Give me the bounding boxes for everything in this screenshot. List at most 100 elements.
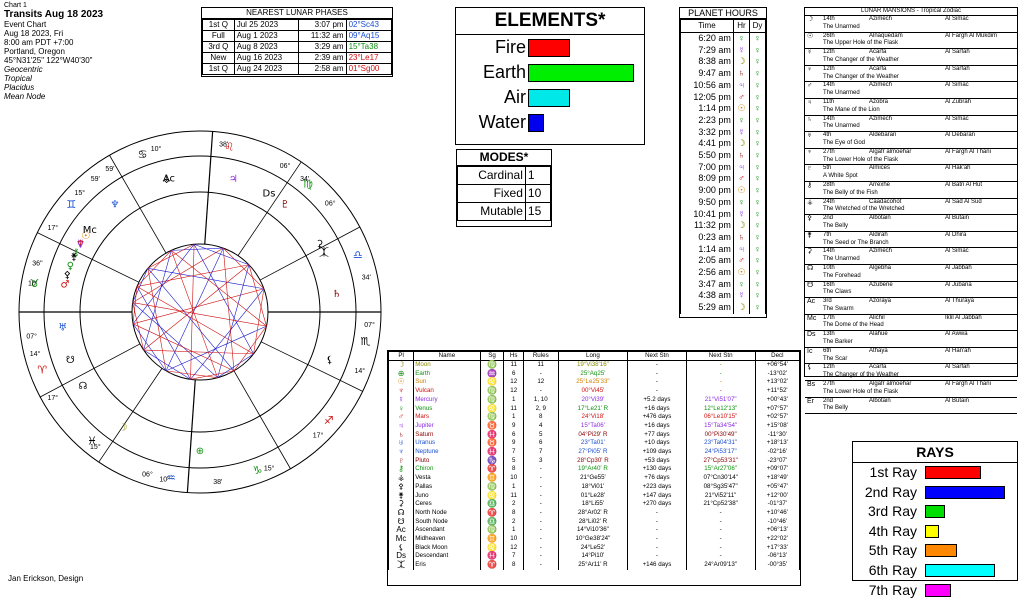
mansion-name: Azimech bbox=[869, 115, 893, 122]
planet-next-station-days: +476 days bbox=[627, 413, 687, 422]
planet-longitude: 20°Vi39' bbox=[557, 395, 629, 405]
hour-ruler: ☽ bbox=[732, 56, 751, 69]
planet-declination: +02°57' bbox=[754, 413, 801, 422]
element-row: Earth bbox=[456, 60, 644, 85]
planet-position-row: ♂ Mars ♍ 1 8 24°Vi18' +476 days 06°Le10'15" +02°… bbox=[387, 413, 801, 422]
planet-declination: +13°02' bbox=[754, 378, 801, 388]
planet-hour-row: 3:47 am ♀ ♀ bbox=[680, 278, 766, 291]
day-ruler: ♀ bbox=[749, 68, 766, 80]
mansion-name: Almices bbox=[869, 165, 891, 172]
mode-value: 10 bbox=[524, 184, 552, 203]
planet-hour-row: 3:32 pm ☿ ♀ bbox=[680, 126, 766, 139]
positions-col-header: Long bbox=[557, 351, 629, 361]
mansion-planet-glyph: ♂ bbox=[807, 82, 813, 90]
planet-next-station-days: - bbox=[627, 369, 687, 379]
wheel-degree-label: 06° bbox=[325, 200, 336, 208]
mansion-arabic: Al Debaran bbox=[945, 132, 976, 139]
planet-hour-row: 5:29 am ☽ ♀ bbox=[680, 302, 766, 314]
planet-position-row: ♅ Uranus ♉ 9 6 23°Ta01' +10 days 23°Ta04'31" +18… bbox=[387, 439, 801, 449]
hour-time: 7:29 am bbox=[680, 44, 734, 57]
mansion-arabic: Al Simac bbox=[945, 16, 969, 22]
mansion-description: The Forehead bbox=[823, 272, 861, 279]
mansion-number: 16th bbox=[823, 281, 835, 288]
planet-next-station-pos: - bbox=[685, 387, 756, 396]
planet-hours-panel: PLANET HOURS Time Hr Dy 6:20 am ♀ ♀ 7:29 am… bbox=[679, 7, 767, 318]
planet-next-station-days: - bbox=[627, 526, 687, 536]
zodiac-sign-glyph: ♑ bbox=[253, 464, 263, 477]
planet-next-station-days: +5.2 days bbox=[627, 395, 687, 405]
mansion-number: 24th bbox=[823, 198, 835, 205]
day-ruler: ♀ bbox=[749, 267, 766, 279]
ray-row: 3rd Ray bbox=[853, 502, 1017, 522]
setting-node: Mean Node bbox=[4, 92, 46, 101]
mansion-number: 14th bbox=[823, 248, 835, 255]
hour-ruler: ♀ bbox=[732, 196, 751, 209]
zodiac-sign-glyph: ♈ bbox=[37, 363, 47, 376]
phase-name: New bbox=[202, 52, 235, 64]
wheel-planet-glyph: ♅ bbox=[58, 322, 67, 333]
planet-name: Sun bbox=[413, 378, 481, 388]
chart-title: Transits Aug 18 2023 bbox=[4, 9, 104, 20]
planet-house: 1 bbox=[503, 526, 524, 536]
planet-name: Venus bbox=[413, 404, 481, 414]
wheel-degree-label: 10' bbox=[28, 280, 37, 287]
planet-house: 7 bbox=[503, 448, 524, 457]
mansion-planet-glyph: Ac bbox=[807, 298, 816, 306]
wheel-degree-label: 15° bbox=[74, 189, 85, 197]
mode-row: Cardinal 1 bbox=[457, 166, 552, 185]
phase-position: 01°Sg00 bbox=[345, 63, 393, 75]
mansion-name: Azobra bbox=[869, 98, 889, 105]
planet-next-station-days: +16 days bbox=[627, 421, 687, 431]
wheel-degree-label: 07° bbox=[26, 333, 37, 341]
planet-name: Moon bbox=[413, 360, 481, 370]
planet-next-station-pos: 06°Le10'15" bbox=[685, 413, 756, 422]
lunar-phase-row: Full Aug 1 2023 11:32 am 09°Aq15 bbox=[202, 30, 393, 42]
mansion-row: Ac 3rd Azoraya Al Thuraya The Swarm bbox=[805, 298, 1017, 315]
hour-time: 0:23 am bbox=[680, 231, 734, 244]
planet-longitude: 25°Aq25' bbox=[557, 369, 629, 379]
planet-position-row: ⚵ Juno ♌ 11-01°Le28' +147 days 21°Vi52'11" +12… bbox=[387, 491, 801, 501]
planet-position-row: ♃ Jupiter ♉ 9 4 15°Ta06' +16 days 15°Ta34'54" +1… bbox=[387, 421, 801, 431]
planet-hour-row: 9:47 am ♄ ♀ bbox=[680, 68, 766, 80]
planet-position-row: Ds Descendant ♓ 7-14°Pi10' - - -06°13' bbox=[387, 552, 801, 562]
mansion-planet-glyph: Ic bbox=[807, 347, 813, 355]
mode-value: 15 bbox=[524, 202, 552, 221]
positions-table: Pl Name Sg Hs Rules Long Next Stn Next Stn Decl … bbox=[387, 351, 801, 570]
wheel-degree-label: 59' bbox=[105, 166, 114, 173]
hour-ruler: ♀ bbox=[732, 32, 751, 45]
day-ruler: ♀ bbox=[749, 185, 766, 197]
wheel-degree-label: 10° bbox=[159, 475, 170, 483]
mansion-arabic: Al Simac bbox=[945, 82, 969, 89]
wheel-degree-label: 38' bbox=[213, 479, 222, 486]
planet-house: 11 bbox=[503, 491, 524, 501]
ray-label: 4th Ray bbox=[868, 522, 917, 539]
planet-next-station-days: +223 days bbox=[627, 482, 687, 492]
planet-house: 6 bbox=[503, 430, 524, 440]
col-dy: Dy bbox=[749, 19, 766, 33]
mansion-planet-glyph: ☋ bbox=[807, 281, 814, 289]
wheel-degree-label: 17° bbox=[47, 394, 58, 402]
planet-next-station-pos: - bbox=[685, 360, 756, 370]
planet-house: 8 bbox=[503, 561, 524, 570]
planet-hour-row: 4:41 pm ☽ ♀ bbox=[680, 138, 766, 151]
mansion-planet-glyph: ♅ bbox=[807, 132, 813, 140]
mansion-row: ♇ 5th Almices Al Hak'ah A White Spot bbox=[805, 165, 1017, 182]
hour-time: 9:50 pm bbox=[680, 196, 734, 209]
planet-longitude: 23°Ta01' bbox=[557, 439, 629, 449]
mansion-planet-glyph: ⚳ bbox=[807, 248, 813, 256]
phase-time: 2:58 am bbox=[297, 63, 347, 75]
element-label: Water bbox=[478, 112, 526, 132]
mansion-row: Ds 13th Alahue Al Awwa The Barker bbox=[805, 331, 1017, 348]
planet-rules: 3 bbox=[522, 456, 559, 466]
mansion-number: 17th bbox=[823, 314, 835, 321]
wheel-planet-glyph: ⚸ bbox=[326, 355, 333, 366]
wheel-degree-label: 38' bbox=[219, 142, 228, 149]
hour-ruler: ☽ bbox=[732, 302, 751, 314]
day-ruler: ♀ bbox=[749, 173, 766, 186]
wheel-planet-glyph: ⚴ bbox=[64, 270, 71, 281]
mansion-number: 28th bbox=[823, 181, 835, 188]
mansion-name: Aldebaran bbox=[869, 132, 897, 139]
mansion-number: 27th bbox=[823, 381, 835, 388]
planet-rules: - bbox=[522, 491, 559, 501]
hour-ruler: ♄ bbox=[732, 150, 751, 162]
